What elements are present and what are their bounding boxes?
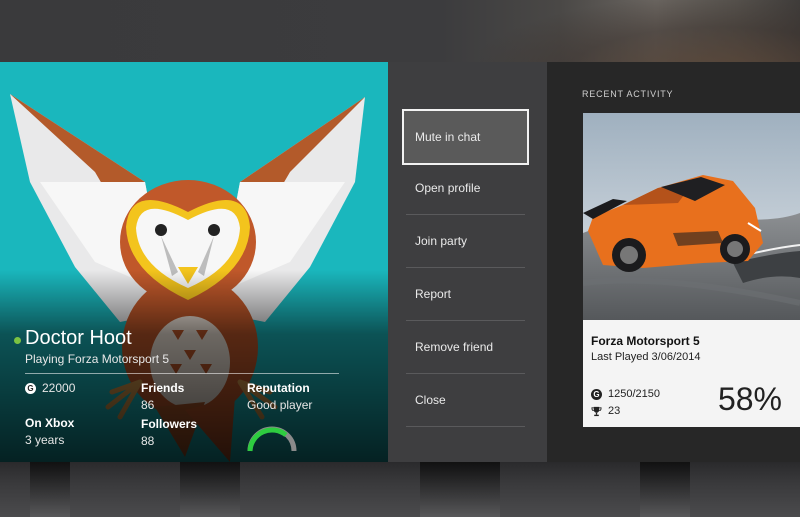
game-gamerscore-value: 1250/2150 (608, 388, 660, 400)
reputation-stat: Reputation Good player (247, 381, 312, 412)
gamerscore-icon: G (25, 382, 36, 394)
background-streak (30, 462, 70, 517)
followers-stat: Followers 88 (141, 417, 197, 448)
followers-value: 88 (141, 434, 155, 448)
completion-percent: 58% (717, 381, 782, 417)
background-hillside (480, 0, 800, 62)
reputation-value: Good player (247, 398, 313, 412)
background-streak (640, 462, 690, 517)
game-gamerscore: G 1250/2150 (591, 388, 660, 400)
gamerscore-icon: G (591, 388, 602, 400)
presence-text: Playing Forza Motorsport 5 (25, 352, 170, 366)
friends-stat: Friends 86 (141, 381, 184, 412)
on-xbox-stat: On Xbox 3 years (25, 416, 74, 447)
background-scene-top (0, 0, 800, 62)
last-played: Last Played 3/06/2014 (591, 351, 701, 363)
gamertag: Doctor Hoot (25, 327, 132, 349)
achievements-count: 23 (608, 405, 621, 417)
reputation-gauge-icon (247, 426, 297, 452)
reputation-label: Reputation (247, 381, 310, 395)
player-actions-menu: Mute in chat Open profile Join party Rep… (388, 62, 547, 462)
game-box-art (583, 113, 800, 320)
remove-friend-button[interactable]: Remove friend (406, 321, 525, 374)
divider (25, 373, 339, 374)
game-title: Forza Motorsport 5 (591, 334, 700, 348)
background-streak (420, 462, 500, 517)
report-button[interactable]: Report (406, 268, 525, 321)
gamerscore: G 22000 (25, 381, 75, 395)
mute-in-chat-button[interactable]: Mute in chat (402, 109, 529, 165)
game-activity-card[interactable]: Forza Motorsport 5 Last Played 3/06/2014… (583, 113, 800, 427)
profile-shade (0, 62, 388, 462)
online-status-icon (14, 337, 21, 344)
open-profile-button[interactable]: Open profile (406, 162, 525, 215)
friends-label: Friends (141, 381, 185, 395)
friends-value: 86 (141, 398, 155, 412)
close-button[interactable]: Close (406, 374, 525, 427)
on-xbox-label: On Xbox (25, 416, 75, 430)
game-achievements: 23 (591, 405, 620, 417)
recent-activity-panel: RECENT ACTIVITY Forza Motorsport 5 Last … (547, 62, 800, 462)
trophy-icon (591, 406, 602, 416)
background-scene-bottom (0, 462, 800, 517)
gamerscore-value: 22000 (42, 381, 76, 395)
join-party-button[interactable]: Join party (406, 215, 525, 268)
recent-activity-heading: RECENT ACTIVITY (582, 89, 674, 99)
on-xbox-value: 3 years (25, 433, 65, 447)
profile-card: Doctor Hoot Playing Forza Motorsport 5 G… (0, 62, 388, 462)
background-streak (180, 462, 240, 517)
followers-label: Followers (141, 417, 198, 431)
